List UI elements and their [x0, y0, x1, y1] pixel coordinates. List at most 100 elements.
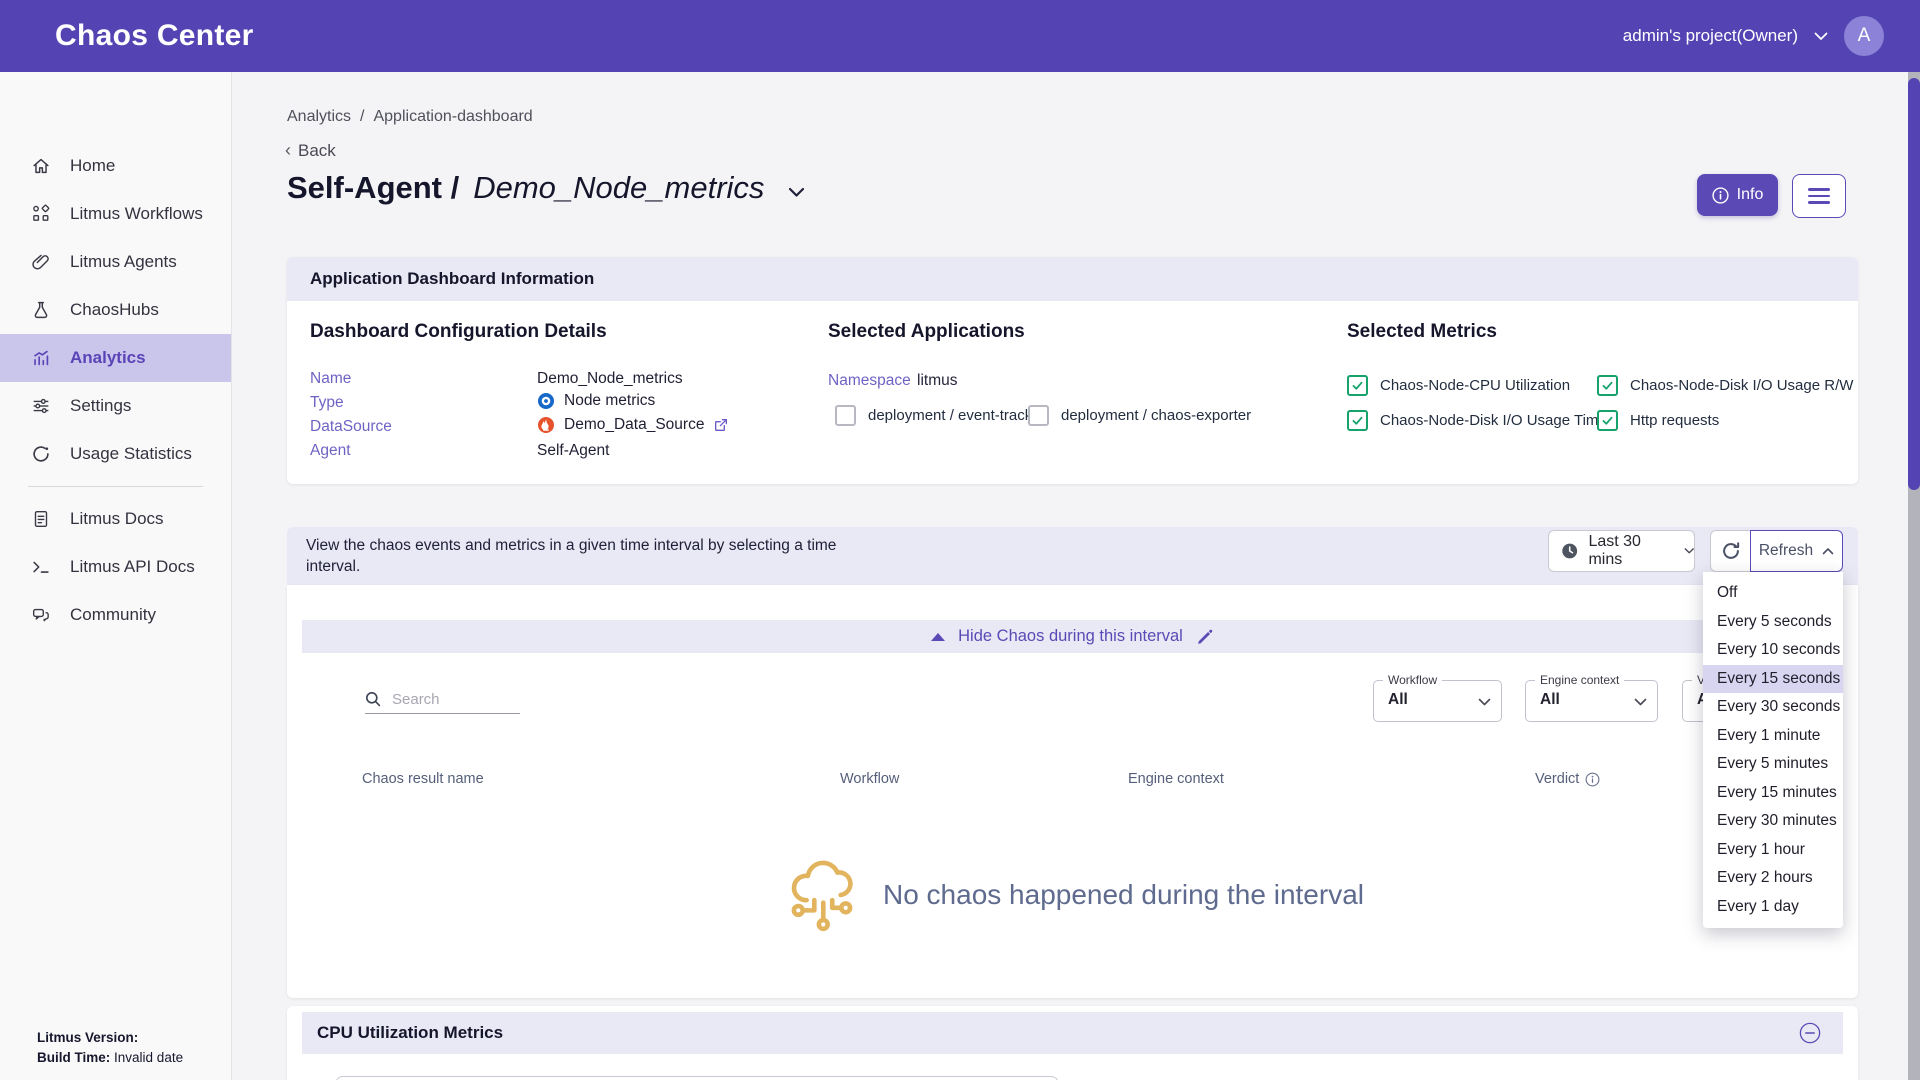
dashboard-info-card-title: Application Dashboard Information: [310, 269, 594, 289]
menu-item-every-1-hour[interactable]: Every 1 hour: [1703, 836, 1843, 865]
menu-item-every-1-day[interactable]: Every 1 day: [1703, 893, 1843, 922]
config-agent-value: Self-Agent: [537, 442, 609, 460]
home-icon: [30, 155, 52, 177]
title-chevron-down-icon[interactable]: [788, 187, 805, 198]
metric-checkbox-http-requests[interactable]: Http requests: [1597, 410, 1719, 431]
refresh-interval-dropdown[interactable]: Refresh: [1750, 530, 1843, 572]
menu-item-every-5-minutes[interactable]: Every 5 minutes: [1703, 750, 1843, 779]
config-agent-label: Agent: [310, 442, 351, 460]
usage-statistics-icon: [30, 443, 52, 465]
sidebar-item-chaoshubs[interactable]: ChaosHubs: [0, 286, 231, 334]
analytics-icon: [30, 347, 52, 369]
refresh-dropdown-label: Refresh: [1759, 542, 1813, 560]
info-icon: [1712, 187, 1729, 204]
node-metrics-icon: [537, 392, 555, 410]
back-button[interactable]: ‹ Back: [285, 140, 336, 161]
sidebar-item-analytics[interactable]: Analytics: [0, 334, 231, 382]
refresh-icon: [1720, 540, 1742, 562]
dashboard-menu-button[interactable]: [1792, 174, 1846, 218]
dashboard-info-card-header: Application Dashboard Information: [287, 257, 1858, 301]
sidebar-item-label: Analytics: [70, 348, 146, 368]
hide-chaos-toggle[interactable]: Hide Chaos during this interval: [302, 620, 1843, 653]
menu-item-every-5-seconds[interactable]: Every 5 seconds: [1703, 608, 1843, 637]
interval-toolbar: View the chaos events and metrics in a g…: [287, 527, 1858, 585]
workflow-filter-select[interactable]: Workflow All: [1373, 680, 1502, 722]
chaoshubs-icon: [30, 299, 52, 321]
prometheus-icon: [537, 416, 555, 434]
sidebar-item-usage-statistics[interactable]: Usage Statistics: [0, 430, 231, 478]
verdict-info-icon[interactable]: [1585, 772, 1600, 787]
sidebar-item-litmus-workflows[interactable]: Litmus Workflows: [0, 190, 231, 238]
settings-icon: [30, 395, 52, 417]
sidebar-item-home[interactable]: Home: [0, 142, 231, 190]
build-time-value: Invalid date: [114, 1050, 183, 1065]
menu-item-every-15-seconds[interactable]: Every 15 seconds: [1703, 665, 1843, 694]
search-icon: [365, 691, 381, 707]
triangle-up-icon: [931, 633, 945, 641]
collapse-section-button[interactable]: [1799, 1022, 1821, 1044]
menu-item-every-30-minutes[interactable]: Every 30 minutes: [1703, 807, 1843, 836]
menu-item-every-10-seconds[interactable]: Every 10 seconds: [1703, 636, 1843, 665]
sidebar-item-litmus-docs[interactable]: Litmus Docs: [0, 495, 231, 543]
application-checkbox-chaos-exporter[interactable]: deployment / chaos-exporter: [1028, 405, 1251, 426]
config-type-label: Type: [310, 394, 344, 412]
namespace-value: litmus: [917, 372, 957, 390]
column-header-engine-context: Engine context: [1128, 771, 1224, 787]
scrollbar-track[interactable]: [1908, 72, 1920, 1080]
column-header-workflow: Workflow: [840, 771, 899, 787]
scrollbar-thumb[interactable]: [1908, 78, 1920, 490]
sidebar-item-community[interactable]: Community: [0, 591, 231, 639]
info-button[interactable]: Info: [1697, 174, 1778, 216]
checkbox-checked-icon[interactable]: [1597, 375, 1618, 396]
time-range-value: Last 30 mins: [1588, 533, 1667, 569]
application-checkbox-event-tracker[interactable]: deployment / event-tracker: [835, 405, 1046, 426]
menu-item-every-30-seconds[interactable]: Every 30 seconds: [1703, 693, 1843, 722]
avatar[interactable]: A: [1844, 16, 1884, 56]
sidebar-item-litmus-api-docs[interactable]: Litmus API Docs: [0, 543, 231, 591]
cpu-metrics-header: CPU Utilization Metrics: [302, 1012, 1843, 1054]
refresh-now-button[interactable]: [1710, 530, 1750, 572]
selected-applications-title: Selected Applications: [828, 321, 1025, 343]
menu-item-every-1-minute[interactable]: Every 1 minute: [1703, 722, 1843, 751]
external-link-icon[interactable]: [713, 417, 729, 433]
engine-context-filter-value: All: [1540, 691, 1560, 709]
menu-item-every-15-minutes[interactable]: Every 15 minutes: [1703, 779, 1843, 808]
breadcrumb-analytics[interactable]: Analytics: [287, 108, 351, 126]
api-docs-icon: [30, 556, 52, 578]
hamburger-icon: [1808, 188, 1830, 191]
refresh-interval-menu: Off Every 5 seconds Every 10 seconds Eve…: [1703, 572, 1843, 928]
hide-chaos-label: Hide Chaos during this interval: [958, 627, 1183, 646]
sidebar-item-litmus-agents[interactable]: Litmus Agents: [0, 238, 231, 286]
checkbox-checked-icon[interactable]: [1347, 375, 1368, 396]
sidebar-item-label: Community: [70, 605, 156, 625]
metric-checkbox-disk-rw[interactable]: Chaos-Node-Disk I/O Usage R/W: [1597, 375, 1853, 396]
column-header-verdict: Verdict: [1535, 771, 1600, 787]
agent-name: Self-Agent /: [287, 170, 459, 206]
config-name-label: Name: [310, 370, 351, 388]
search-input[interactable]: [390, 690, 512, 709]
community-icon: [30, 604, 52, 626]
edit-pencil-icon[interactable]: [1196, 628, 1214, 646]
checkbox-unchecked-icon[interactable]: [835, 405, 856, 426]
metric-checkbox-disk-times[interactable]: Chaos-Node-Disk I/O Usage Times: [1347, 410, 1614, 431]
sidebar-item-settings[interactable]: Settings: [0, 382, 231, 430]
agents-icon: [30, 251, 52, 273]
config-details-title: Dashboard Configuration Details: [310, 321, 607, 343]
config-name-value: Demo_Node_metrics: [537, 370, 683, 388]
chaos-search: [365, 685, 520, 714]
menu-item-off[interactable]: Off: [1703, 579, 1843, 608]
checkbox-checked-icon[interactable]: [1597, 410, 1618, 431]
sidebar-item-label: Settings: [70, 396, 131, 416]
time-range-select[interactable]: Last 30 mins: [1548, 530, 1695, 572]
metric-checkbox-cpu[interactable]: Chaos-Node-CPU Utilization: [1347, 375, 1570, 396]
project-selector[interactable]: admin's project(Owner): [1623, 26, 1798, 46]
engine-context-filter-select[interactable]: Engine context All: [1525, 680, 1658, 722]
config-datasource-label: DataSource: [310, 418, 392, 436]
sidebar-item-label: Litmus Workflows: [70, 204, 203, 224]
chevron-down-icon[interactable]: [1814, 32, 1828, 41]
selected-metrics-title: Selected Metrics: [1347, 321, 1497, 343]
checkbox-unchecked-icon[interactable]: [1028, 405, 1049, 426]
menu-item-every-2-hours[interactable]: Every 2 hours: [1703, 864, 1843, 893]
chaos-table-card: Hide Chaos during this interval Workflow…: [287, 585, 1858, 998]
checkbox-checked-icon[interactable]: [1347, 410, 1368, 431]
